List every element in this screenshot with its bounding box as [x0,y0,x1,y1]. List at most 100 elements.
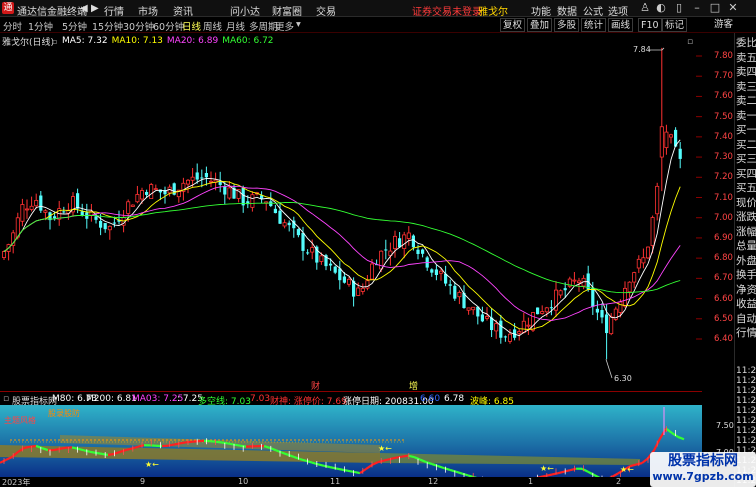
menu-formula[interactable]: 公式 [583,3,603,18]
quote-panel-item[interactable]: 买二 [736,139,756,152]
ma-legend-item: MA5: 7.32 [62,36,108,46]
quote-panel-item[interactable]: 买五 [736,182,756,195]
quote-panel-item[interactable]: 卖四 [736,66,756,79]
quote-panel-item[interactable]: 涨幅 [736,226,756,239]
period-15min[interactable]: 15分钟 [92,19,123,33]
menu-trade[interactable]: 交易 [316,3,336,18]
quote-panel-item[interactable]: 总量 [736,240,756,253]
trend-segment [341,468,349,472]
menu-news[interactable]: 资讯 [173,3,193,18]
price-tick: 7.00 [714,212,733,223]
trend-segment [383,458,391,462]
login-notice[interactable]: 证券交易未登录 [412,3,482,18]
forward-icon[interactable]: ▶ [91,3,99,14]
maximize-icon[interactable]: □ [708,1,722,15]
f10-button[interactable]: F10 [638,18,662,32]
quote-panel-item[interactable]: 买一 [736,124,756,137]
indicator-expand-icon[interactable]: ▫ [3,394,9,404]
indicator-panel[interactable]: ★← ★← ★← ★← 主题风格 股录股防 [0,405,702,487]
quote-panel-item[interactable]: 自动 [736,313,756,326]
trend-segment [557,470,565,475]
quote-panel-item[interactable]: 换手 [736,269,756,282]
trend-segment [167,443,175,447]
guest-button[interactable]: 游客 [712,18,735,32]
trend-segment [569,467,577,472]
quote-panel-item[interactable]: 行情 [736,327,756,340]
dropdown-chevron-icon[interactable]: ▾ [296,19,301,30]
trend-segment [233,443,241,447]
trend-segment [197,439,205,443]
overlay-button[interactable]: 叠加 [527,18,553,32]
price-tick: 6.40 [714,334,733,344]
mark-button[interactable]: 标记 [662,18,688,32]
close-icon[interactable]: ✕ [726,1,740,15]
minimize-icon[interactable]: – [690,1,704,15]
menu-market[interactable]: 市场 [138,3,158,18]
menu-data[interactable]: 数据 [557,3,577,18]
quote-panel-item[interactable]: 委比 [736,37,756,50]
tick-time: 11:25 [736,366,756,376]
period-30min[interactable]: 30分钟 [123,19,154,33]
draw-line-button[interactable]: 画线 [608,18,634,32]
trend-segment [227,442,235,446]
quote-panel-item[interactable]: 收益 [736,298,756,311]
date-label: 2023年 [2,478,31,487]
kline-chart[interactable]: ▫ 7.84 6.30 财 增 [0,33,702,392]
price-tick: 7.40 [714,131,733,142]
quote-panel-item[interactable]: 买四 [736,168,756,181]
period-5min[interactable]: 5分钟 [62,19,87,33]
restore-rights-button[interactable]: 复权 [500,18,526,32]
menu-wenxiaoda[interactable]: 问小达 [230,3,260,18]
date-label: 12 [428,477,439,486]
menu-options[interactable]: 选项 [608,3,628,18]
tick-time: 11:25 [736,426,756,436]
ma-legend: MA5: 7.32 MA10: 7.13 MA20: 6.89 MA60: 6.72 [62,36,278,46]
quote-panel-item[interactable]: 外盘 [736,255,756,268]
quote-panel-item[interactable]: 净资 [736,284,756,297]
quote-panel-item[interactable]: 涨跌 [736,211,756,224]
quote-panel-item[interactable]: 现价 [736,197,756,210]
period-monthly[interactable]: 月线 [226,19,245,33]
price-tick: 7.50 [714,111,733,122]
tick-time: 11:25 [736,376,756,386]
period-multi[interactable]: 多周期 [249,19,278,33]
indicator-tag-defense: 股录股防 [48,409,80,418]
menu-caifuquan[interactable]: 财富圈 [272,3,302,18]
ma-legend-item: MA10: 7.13 [111,36,163,46]
ma-legend-item: MA60: 6.72 [222,36,274,46]
trend-segment [179,441,187,445]
tick-time: 11:25 [736,416,756,426]
candle [646,246,651,260]
watermark-logo: 股票指标网 www.7gpzb.com [650,452,756,487]
period-more[interactable]: 更多 [275,19,294,33]
skin-icon[interactable]: ◐ [654,1,668,15]
quote-panel-item[interactable]: 卖一 [736,110,756,123]
menu-functions[interactable]: 功能 [531,3,551,18]
chart-expand-icon[interactable]: ▫ [687,37,693,47]
date-label: 10 [238,477,249,486]
trend-segment [353,470,361,475]
quote-panel: 委比卖五 卖四卖三 卖二卖一 买一买二 买三买四 买五现价 涨跌涨幅 总量外盘 换手净资 收益自动… [734,33,756,487]
period-fenshi[interactable]: 分时 [3,19,22,33]
quote-panel-item[interactable]: 卖三 [736,81,756,94]
price-tick: 7.30 [714,152,733,163]
period-weekly[interactable]: 周线 [203,19,222,33]
quote-panel-item[interactable]: 卖五 [736,52,756,65]
user-icon[interactable]: ♙ [638,1,652,15]
quote-panel-item[interactable]: 买三 [736,153,756,166]
quote-panel-item[interactable]: 卖二 [736,95,756,108]
multi-stock-button[interactable]: 多股 [554,18,580,32]
indicator-value: 6.60 [420,394,441,404]
back-icon[interactable]: ◀ [80,3,88,14]
menu-quote[interactable]: 行情 [104,3,124,18]
candle [613,306,618,322]
price-tick: 6.60 [714,293,733,304]
date-axis: 2023年 9 10 11 12 1 2 [0,477,734,487]
period-60min[interactable]: 60分钟 [153,19,184,33]
statistics-button[interactable]: 统计 [581,18,607,32]
period-1min[interactable]: 1分钟 [28,19,53,33]
chart-expand-small-icon[interactable]: ▫ [52,37,57,46]
price-tick: 7.10 [714,192,733,203]
phone-icon[interactable]: ▯ [672,1,686,15]
period-daily[interactable]: 日线 [182,19,201,33]
